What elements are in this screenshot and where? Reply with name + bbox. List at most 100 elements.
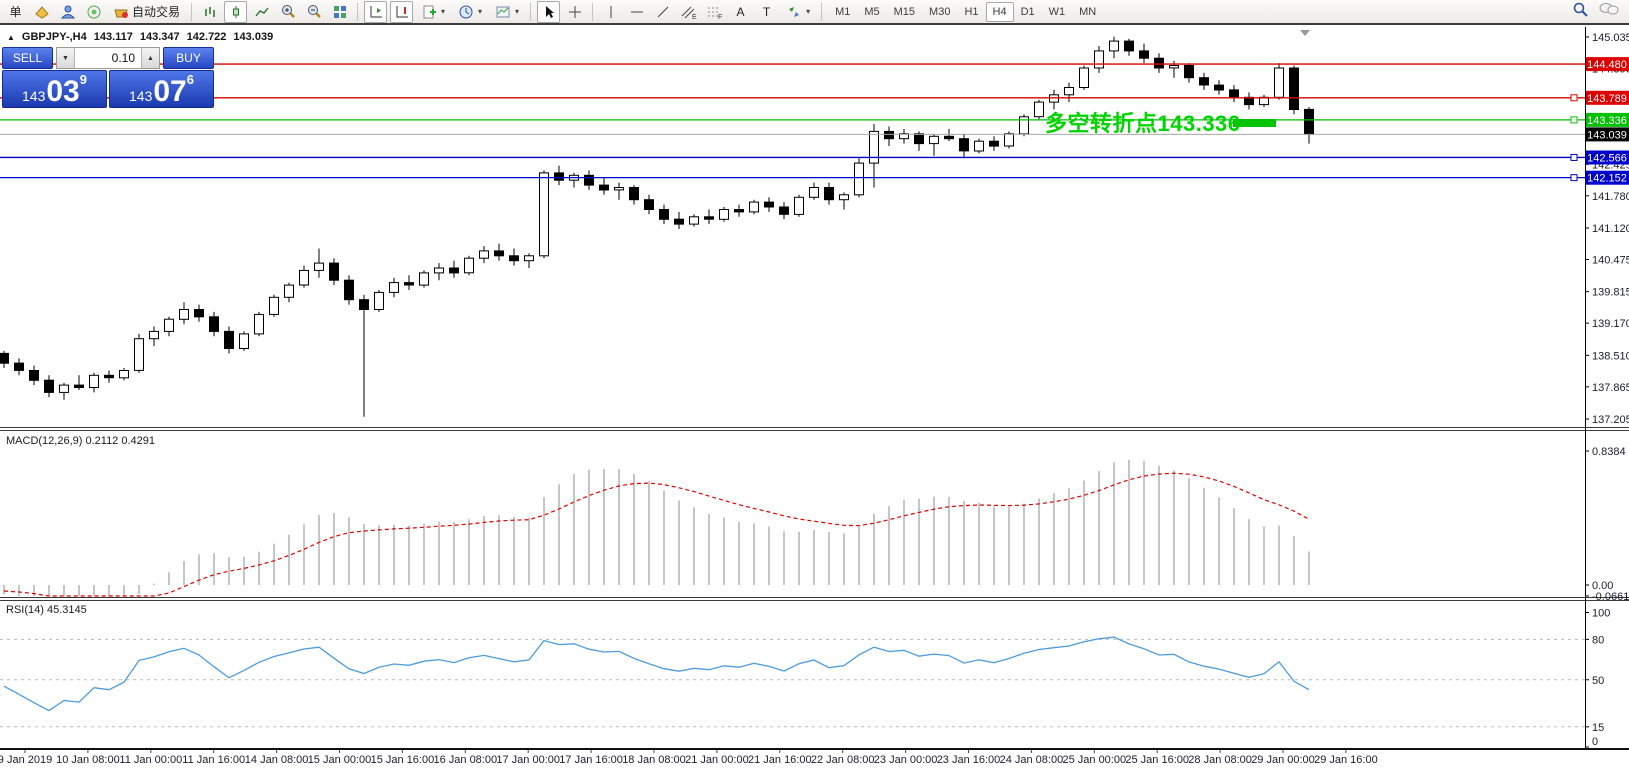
fibo-sub-label: F bbox=[718, 14, 722, 20]
tile-windows-icon[interactable] bbox=[328, 1, 351, 23]
candle bbox=[870, 131, 879, 163]
time-label: 25 Jan 16:00 bbox=[1125, 754, 1189, 766]
candle bbox=[720, 210, 729, 220]
time-label: 29 Jan 00:00 bbox=[1251, 754, 1315, 766]
time-label: 29 Jan 16:00 bbox=[1314, 754, 1378, 766]
line-chart-type-icon[interactable] bbox=[250, 1, 273, 23]
time-label: 15 Jan 16:00 bbox=[371, 754, 435, 766]
collapse-panel-icon[interactable]: ▲ bbox=[7, 33, 15, 42]
zoom-out-icon[interactable] bbox=[302, 1, 325, 23]
candle bbox=[420, 273, 429, 285]
timeframe-MN[interactable]: MN bbox=[1072, 2, 1103, 22]
chevron-down-icon: ▾ bbox=[515, 7, 519, 16]
fibonacci-tool-icon[interactable]: F bbox=[703, 1, 726, 23]
candle bbox=[15, 363, 24, 370]
volume-decrease-button[interactable]: ▼ bbox=[57, 48, 75, 68]
candle bbox=[585, 175, 594, 185]
new-order-button[interactable]: 单 bbox=[4, 1, 27, 23]
svg-text:80: 80 bbox=[1592, 634, 1604, 646]
time-label: 17 Jan 00:00 bbox=[496, 754, 560, 766]
rsi-label: RSI(14) 45.3145 bbox=[6, 604, 87, 616]
volume-input[interactable]: 0.10 bbox=[75, 48, 141, 68]
signal-icon[interactable] bbox=[82, 1, 105, 23]
horizontal-line-tool-icon[interactable] bbox=[625, 1, 648, 23]
timeframe-M15[interactable]: M15 bbox=[887, 2, 922, 22]
bar-chart-type-icon[interactable] bbox=[198, 1, 221, 23]
price-chart[interactable]: 多空转折点143.336145.035144.390142.425141.780… bbox=[0, 0, 1629, 773]
candle bbox=[360, 300, 369, 310]
volume-increase-button[interactable]: ▲ bbox=[141, 48, 159, 68]
search-icon[interactable] bbox=[1572, 1, 1589, 23]
arrows-tool-icon[interactable]: ▾ bbox=[781, 1, 815, 23]
svg-text:-0.0661: -0.0661 bbox=[1592, 591, 1629, 603]
candle bbox=[990, 141, 999, 146]
candle bbox=[765, 202, 774, 207]
timeframe-M5[interactable]: M5 bbox=[857, 2, 886, 22]
timeframe-H4[interactable]: H4 bbox=[986, 2, 1014, 22]
svg-text:142.566: 142.566 bbox=[1587, 152, 1627, 164]
candle bbox=[435, 268, 444, 273]
svg-text:143.789: 143.789 bbox=[1587, 93, 1627, 105]
time-label: 21 Jan 00:00 bbox=[685, 754, 749, 766]
text-label-tool-icon[interactable]: T bbox=[755, 1, 778, 23]
line-handle bbox=[1571, 175, 1577, 181]
gold-symbol-icon[interactable] bbox=[30, 1, 53, 23]
templates-button[interactable]: ▾ bbox=[490, 1, 524, 23]
candle bbox=[330, 263, 339, 280]
chat-icon[interactable] bbox=[1599, 1, 1619, 22]
candle bbox=[210, 317, 219, 332]
timeframe-toolbar: M1M5M15M30H1H4D1W1MN bbox=[828, 2, 1103, 22]
zoom-in-icon[interactable] bbox=[276, 1, 299, 23]
vertical-line-tool-icon[interactable] bbox=[599, 1, 622, 23]
candle bbox=[0, 353, 9, 363]
candle bbox=[615, 188, 624, 190]
buy-button[interactable]: BUY bbox=[163, 47, 214, 69]
indicators-button[interactable]: ▾ bbox=[416, 1, 450, 23]
svg-text:100: 100 bbox=[1592, 608, 1610, 620]
candle bbox=[945, 136, 954, 138]
profile-icon[interactable] bbox=[56, 1, 79, 23]
timeframe-M1[interactable]: M1 bbox=[828, 2, 857, 22]
time-label: 28 Jan 08:00 bbox=[1188, 754, 1252, 766]
time-label: 16 Jan 08:00 bbox=[433, 754, 497, 766]
candle bbox=[150, 331, 159, 338]
timeframe-D1[interactable]: D1 bbox=[1014, 2, 1042, 22]
autotrading-label: 自动交易 bbox=[132, 3, 180, 20]
timeframe-W1[interactable]: W1 bbox=[1042, 2, 1073, 22]
cursor-tool-icon[interactable] bbox=[537, 1, 560, 23]
trendline-tool-icon[interactable] bbox=[651, 1, 674, 23]
candle bbox=[975, 141, 984, 151]
symbol-header[interactable]: ▲ GBPJPY-,H4 143.117 143.347 142.722 143… bbox=[7, 31, 273, 43]
chart-shift-icon[interactable] bbox=[364, 1, 387, 23]
candle bbox=[45, 380, 54, 392]
time-label: 10 Jan 08:00 bbox=[56, 754, 120, 766]
time-label: 14 Jan 08:00 bbox=[245, 754, 309, 766]
sell-price-point: 9 bbox=[80, 73, 87, 86]
ohlc-high: 143.347 bbox=[140, 31, 180, 43]
candlestick-chart-type-icon[interactable] bbox=[224, 1, 247, 23]
autotrading-button[interactable]: 自动交易 bbox=[108, 1, 185, 23]
auto-scroll-icon[interactable] bbox=[390, 1, 413, 23]
text-tool-icon[interactable]: A bbox=[729, 1, 752, 23]
sell-price-pips: 03 bbox=[46, 78, 79, 105]
chevron-down-icon: ▾ bbox=[478, 7, 482, 16]
buy-price-box[interactable]: 143 07 6 bbox=[109, 70, 214, 108]
sell-price-box[interactable]: 143 03 9 bbox=[2, 70, 107, 108]
timeframe-H1[interactable]: H1 bbox=[957, 2, 985, 22]
symbol-name: GBPJPY-,H4 bbox=[22, 31, 87, 43]
annotation-green-bar[interactable] bbox=[1233, 119, 1276, 127]
svg-text:50: 50 bbox=[1592, 675, 1604, 687]
candle bbox=[450, 268, 459, 273]
periods-button[interactable]: ▾ bbox=[453, 1, 487, 23]
candle bbox=[225, 331, 234, 348]
sell-button[interactable]: SELL bbox=[2, 47, 53, 69]
candle bbox=[60, 385, 69, 392]
volume-stepper: ▼ 0.10 ▲ bbox=[56, 47, 160, 69]
candle bbox=[255, 314, 264, 334]
toolbar-separator bbox=[191, 3, 192, 21]
crosshair-tool-icon[interactable] bbox=[563, 1, 586, 23]
candle bbox=[345, 280, 354, 300]
channel-tool-icon[interactable]: E bbox=[677, 1, 700, 23]
candle bbox=[1305, 109, 1314, 134]
timeframe-M30[interactable]: M30 bbox=[922, 2, 957, 22]
